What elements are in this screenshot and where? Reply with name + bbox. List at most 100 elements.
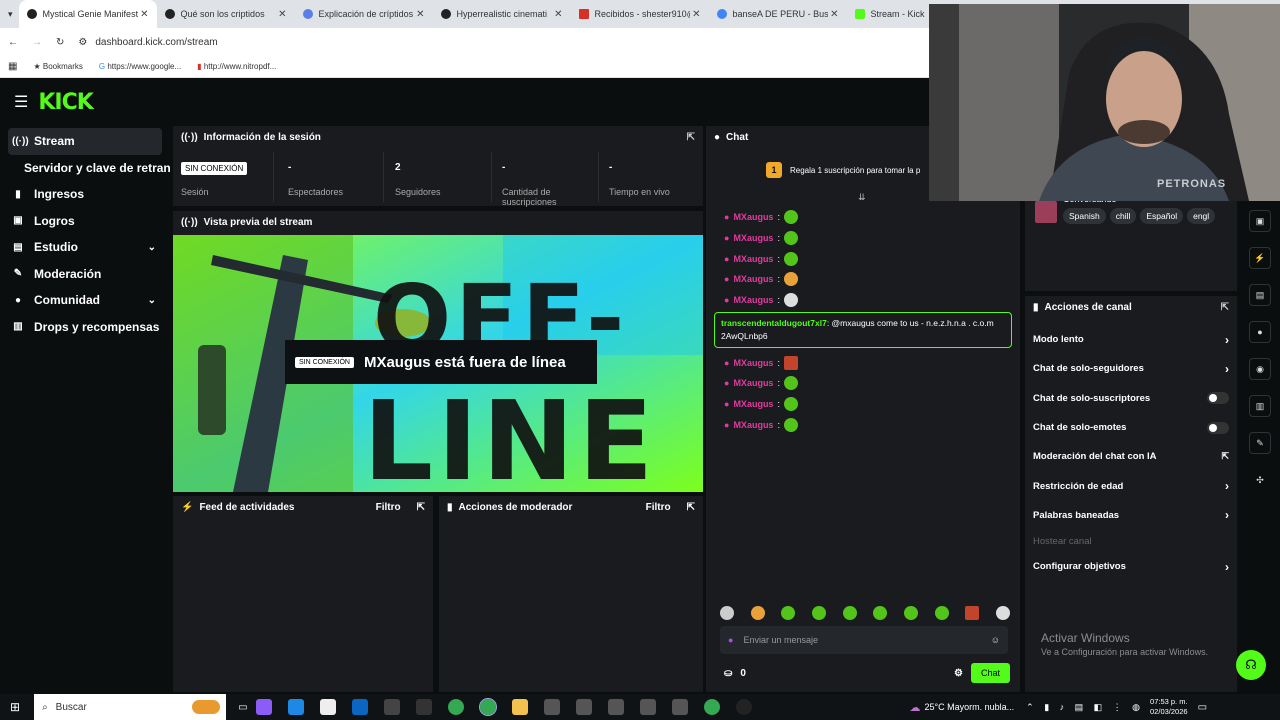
kick-points-icon[interactable]: ⛀: [724, 668, 732, 679]
send-chat-button[interactable]: Chat: [970, 663, 1010, 683]
sidebar-item-server-key[interactable]: Servidor y clave de retransm: [0, 155, 170, 182]
settings-icon[interactable]: ⚙: [954, 668, 963, 679]
copilot-icon[interactable]: [255, 699, 272, 715]
emote-icon[interactable]: [720, 606, 734, 620]
taskbar-clock[interactable]: 07:53 p. m. 02/03/2026: [1150, 697, 1188, 717]
emote-icon[interactable]: [903, 606, 918, 620]
popout-icon[interactable]: ⇱: [1221, 302, 1229, 313]
emote-icon[interactable]: [781, 606, 796, 620]
setting-banned-words[interactable]: Palabras baneadas ›: [1025, 501, 1237, 530]
reload-icon[interactable]: ↻: [56, 37, 64, 48]
close-icon[interactable]: ✕: [278, 9, 286, 20]
emote-icon[interactable]: [873, 606, 888, 620]
weather-icon[interactable]: ☁: [910, 701, 921, 714]
app-icon[interactable]: [671, 699, 688, 715]
emote-icon[interactable]: [842, 606, 857, 620]
chrome-icon[interactable]: [447, 699, 464, 715]
notifications-icon[interactable]: ▭: [1198, 702, 1207, 713]
browser-tab[interactable]: Qué son los criptidos ✕: [157, 0, 295, 28]
menu-icon[interactable]: ☰: [14, 92, 28, 112]
emote-icon[interactable]: [934, 606, 949, 620]
sidebar-item-stream[interactable]: ((·)) Stream: [8, 128, 162, 155]
tag[interactable]: Español: [1140, 208, 1184, 224]
setting-slow-mode[interactable]: Modo lento ›: [1025, 325, 1237, 354]
setting-ai-moderation[interactable]: Moderación del chat con IA ⇱: [1025, 442, 1237, 471]
filter-button[interactable]: Filtro: [376, 502, 401, 513]
popout-icon[interactable]: ⇱: [687, 502, 695, 513]
bolt-icon[interactable]: ⚡: [1249, 247, 1271, 269]
app-icon[interactable]: [575, 699, 592, 715]
browser-tab[interactable]: Hyperrealistic cinemati ✕: [433, 0, 571, 28]
url-field[interactable]: dashboard.kick.com/stream: [95, 37, 217, 48]
browser-tab[interactable]: banseA DE PERU - Buscar✕: [709, 0, 847, 28]
folder-icon[interactable]: [511, 699, 528, 715]
back-icon[interactable]: ←: [8, 37, 18, 48]
gift-banner[interactable]: 1 Regala 1 suscripción para tomar la p: [766, 162, 920, 178]
emote-icon[interactable]: [750, 606, 765, 620]
chevron-down-icon[interactable]: ⌄: [148, 242, 156, 253]
screen-icon[interactable]: ▣: [1249, 210, 1271, 232]
close-icon[interactable]: ✕: [554, 9, 562, 20]
app-icon[interactable]: [639, 699, 656, 715]
store-icon[interactable]: [319, 699, 336, 715]
tab-list-icon[interactable]: ▾: [8, 9, 13, 20]
wrench-icon[interactable]: ✎: [1249, 432, 1271, 454]
sidebar-item-logros[interactable]: ▣ Logros: [0, 208, 170, 235]
app-icon[interactable]: [415, 699, 432, 715]
emote-icon[interactable]: [995, 606, 1010, 620]
sidebar-item-estudio[interactable]: ▤ Estudio ⌄: [0, 234, 170, 261]
support-button[interactable]: ☊: [1236, 650, 1266, 680]
app-icon[interactable]: [543, 699, 560, 715]
edge-icon[interactable]: [287, 699, 304, 715]
tray-icons[interactable]: ⌃ ▮ ♪ ▤ ◧ ⋮ ◍: [1026, 702, 1144, 713]
tag[interactable]: chill: [1109, 208, 1137, 224]
browser-tab[interactable]: Recibidos - shester910@ ✕: [571, 0, 709, 28]
sidebar-item-comunidad[interactable]: ● Comunidad ⌄: [0, 287, 170, 314]
tag[interactable]: Spanish: [1063, 208, 1106, 224]
app-icon[interactable]: [383, 699, 400, 715]
stream-preview[interactable]: OFF- LINE SIN CONEXIÓN MXaugus está fuer…: [173, 235, 703, 492]
chat-icon[interactable]: ●: [1249, 321, 1271, 343]
sidebar-item-ingresos[interactable]: ▮ Ingresos: [0, 181, 170, 208]
apps-icon[interactable]: ▦: [8, 61, 17, 72]
filter-button[interactable]: Filtro: [646, 502, 671, 513]
emote-icon[interactable]: [965, 606, 980, 620]
browser-tab[interactable]: Explicación de críptidos - ✕: [295, 0, 433, 28]
browser-tab[interactable]: Mystical Genie Manifesta ✕: [18, 0, 157, 28]
broadcast-icon[interactable]: ◉: [1249, 358, 1271, 380]
document-icon[interactable]: ▤: [1249, 284, 1271, 306]
chat-message-input[interactable]: Enviar un mensaje: [743, 635, 818, 645]
setting-followers-only[interactable]: Chat de solo-seguidores ›: [1025, 354, 1237, 383]
close-icon[interactable]: ✕: [692, 9, 700, 20]
setting-goals[interactable]: Configurar objetivos ›: [1025, 552, 1237, 581]
chrome-icon[interactable]: [478, 698, 497, 716]
popout-icon[interactable]: ⇱: [687, 132, 695, 143]
chat-input-box[interactable]: ● Enviar un mensaje ☺: [720, 626, 1008, 654]
subscribers-only-toggle[interactable]: [1207, 392, 1229, 405]
close-icon[interactable]: ✕: [416, 9, 424, 20]
sidebar-item-moderacion[interactable]: ✎ Moderación: [0, 261, 170, 288]
setting-age-restriction[interactable]: Restricción de edad ›: [1025, 471, 1237, 500]
kick-logo[interactable]: KICK: [38, 90, 93, 115]
emote-icon[interactable]: [811, 606, 826, 620]
tag[interactable]: engl: [1187, 208, 1216, 224]
app-icon[interactable]: [607, 699, 624, 715]
forward-icon[interactable]: →: [32, 37, 42, 48]
task-view-icon[interactable]: ▭: [238, 702, 247, 713]
weather-text[interactable]: 25°C Mayorm. nubla...: [925, 702, 1015, 712]
apps-icon[interactable]: ✣: [1249, 469, 1271, 491]
windows-start-icon[interactable]: ⊞: [10, 700, 20, 714]
sidebar-item-drops[interactable]: ▥ Drops y recompensas: [0, 314, 170, 341]
site-info-icon[interactable]: ⚙: [78, 37, 87, 48]
emoji-icon[interactable]: ☺: [991, 635, 1000, 645]
bookmark-item[interactable]: ★ Bookmarks: [33, 62, 82, 71]
app-icon[interactable]: [735, 699, 752, 715]
chrome-icon[interactable]: [703, 699, 720, 715]
emotes-only-toggle[interactable]: [1207, 421, 1229, 434]
bookmark-item[interactable]: ▮ http://www.nitropdf...: [197, 62, 276, 71]
mic-icon[interactable]: ●: [728, 635, 733, 645]
close-icon[interactable]: ✕: [830, 9, 838, 20]
bookmark-item[interactable]: G https://www.google...: [99, 62, 181, 71]
server-icon[interactable]: ▥: [1249, 395, 1271, 417]
taskbar-search[interactable]: ⌕ Buscar: [34, 694, 227, 720]
